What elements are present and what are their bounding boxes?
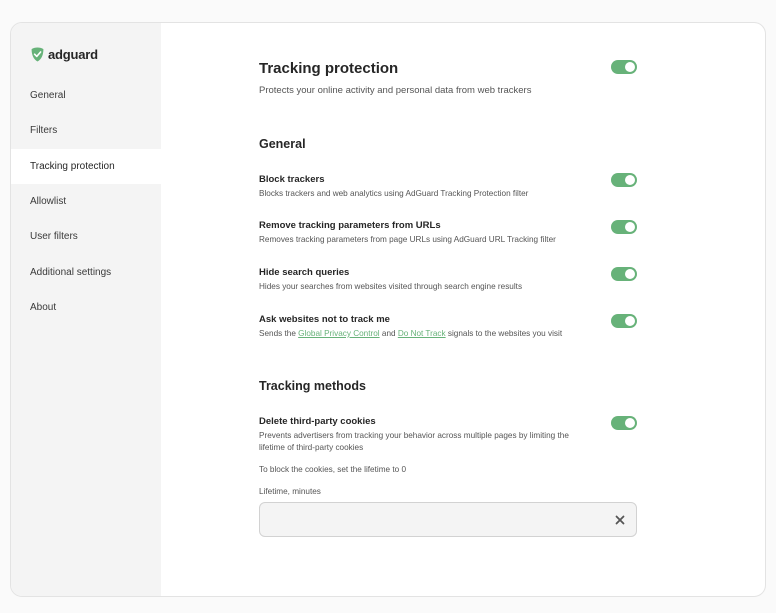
sidebar-item-about[interactable]: About <box>11 290 161 325</box>
setting-desc-delete-third-party-cookies: Prevents advertisers from tracking your … <box>259 431 569 452</box>
cookie-lifetime-hint: To block the cookies, set the lifetime t… <box>259 465 406 474</box>
setting-title-hide-search-queries: Hide search queries <box>259 267 350 278</box>
shield-check-icon <box>31 47 44 62</box>
lifetime-input[interactable] <box>270 511 600 529</box>
setting-desc-ask-not-to-track: Sends the Global Privacy Control and Do … <box>259 328 589 340</box>
desc-text: Sends the <box>259 329 299 338</box>
close-icon <box>615 515 625 525</box>
sidebar-item-additional-settings[interactable]: Additional settings <box>11 254 161 289</box>
sidebar-item-label: Allowlist <box>30 196 67 208</box>
page-title: Tracking protection <box>259 60 399 77</box>
sidebar-item-general[interactable]: General <box>11 78 161 113</box>
section-title-tracking-methods: Tracking methods <box>259 379 366 393</box>
settings-window: adguard General Filters Tracking protect… <box>10 22 766 597</box>
toggle-knob <box>625 418 635 428</box>
setting-title-block-trackers: Block trackers <box>259 174 325 185</box>
setting-title-delete-third-party-cookies: Delete third-party cookies <box>259 416 376 427</box>
sidebar-item-label: User filters <box>30 231 78 243</box>
toggle-knob <box>625 269 635 279</box>
toggle-knob <box>625 62 635 72</box>
sidebar-item-label: Additional settings <box>30 266 112 278</box>
desc-text: signals to the websites you visit <box>445 329 563 338</box>
setting-title-remove-tracking-params: Remove tracking parameters from URLs <box>259 220 441 231</box>
do-not-track-link[interactable]: Do Not Track <box>398 329 446 338</box>
sidebar-nav: General Filters Tracking protection Allo… <box>11 78 161 325</box>
lifetime-field-label: Lifetime, minutes <box>259 487 321 496</box>
logo-text: adguard <box>48 47 98 62</box>
sidebar-item-tracking-protection[interactable]: Tracking protection <box>11 148 161 184</box>
remove-tracking-params-toggle[interactable] <box>611 220 637 234</box>
setting-desc-block-trackers: Blocks trackers and web analytics using … <box>259 189 529 198</box>
sidebar-item-label: Tracking protection <box>30 160 115 172</box>
setting-title-ask-not-to-track: Ask websites not to track me <box>259 314 390 325</box>
section-title-general: General <box>259 137 306 151</box>
sidebar-item-label: About <box>30 301 57 313</box>
toggle-knob <box>625 222 635 232</box>
global-privacy-control-link[interactable]: Global Privacy Control <box>298 329 379 338</box>
app-logo[interactable]: adguard <box>31 47 98 62</box>
block-trackers-toggle[interactable] <box>611 173 637 187</box>
toggle-knob <box>625 316 635 326</box>
main-panel: Tracking protection Protects your online… <box>161 23 765 596</box>
tracking-protection-toggle[interactable] <box>611 60 637 74</box>
sidebar-item-allowlist[interactable]: Allowlist <box>11 184 161 219</box>
desc-text: and <box>379 329 398 338</box>
lifetime-input-wrapper <box>259 502 637 537</box>
setting-desc-remove-tracking-params: Removes tracking parameters from page UR… <box>259 235 556 244</box>
sidebar: adguard General Filters Tracking protect… <box>11 23 161 596</box>
hide-search-queries-toggle[interactable] <box>611 267 637 281</box>
setting-desc-hide-search-queries: Hides your searches from websites visite… <box>259 282 523 291</box>
sidebar-item-label: General <box>30 90 66 102</box>
clear-input-button[interactable] <box>613 513 627 527</box>
toggle-knob <box>625 175 635 185</box>
page-subtitle: Protects your online activity and person… <box>259 85 532 96</box>
sidebar-item-filters[interactable]: Filters <box>11 113 161 148</box>
ask-not-to-track-toggle[interactable] <box>611 314 637 328</box>
sidebar-item-user-filters[interactable]: User filters <box>11 219 161 254</box>
delete-third-party-cookies-toggle[interactable] <box>611 416 637 430</box>
sidebar-item-label: Filters <box>30 125 58 137</box>
